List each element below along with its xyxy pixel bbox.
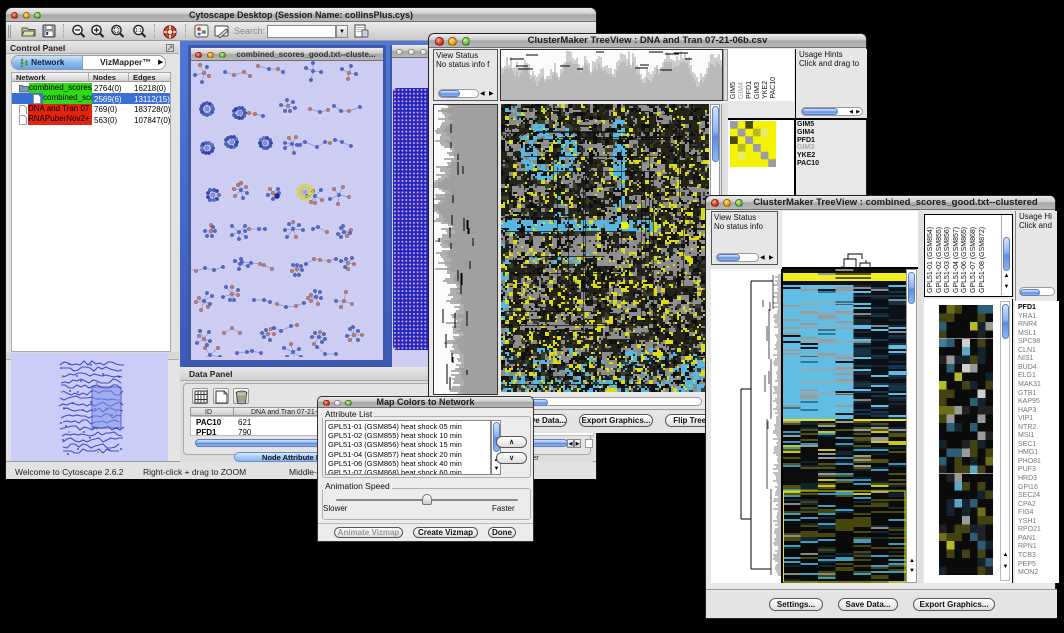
svg-text:1:1: 1:1: [135, 28, 142, 34]
